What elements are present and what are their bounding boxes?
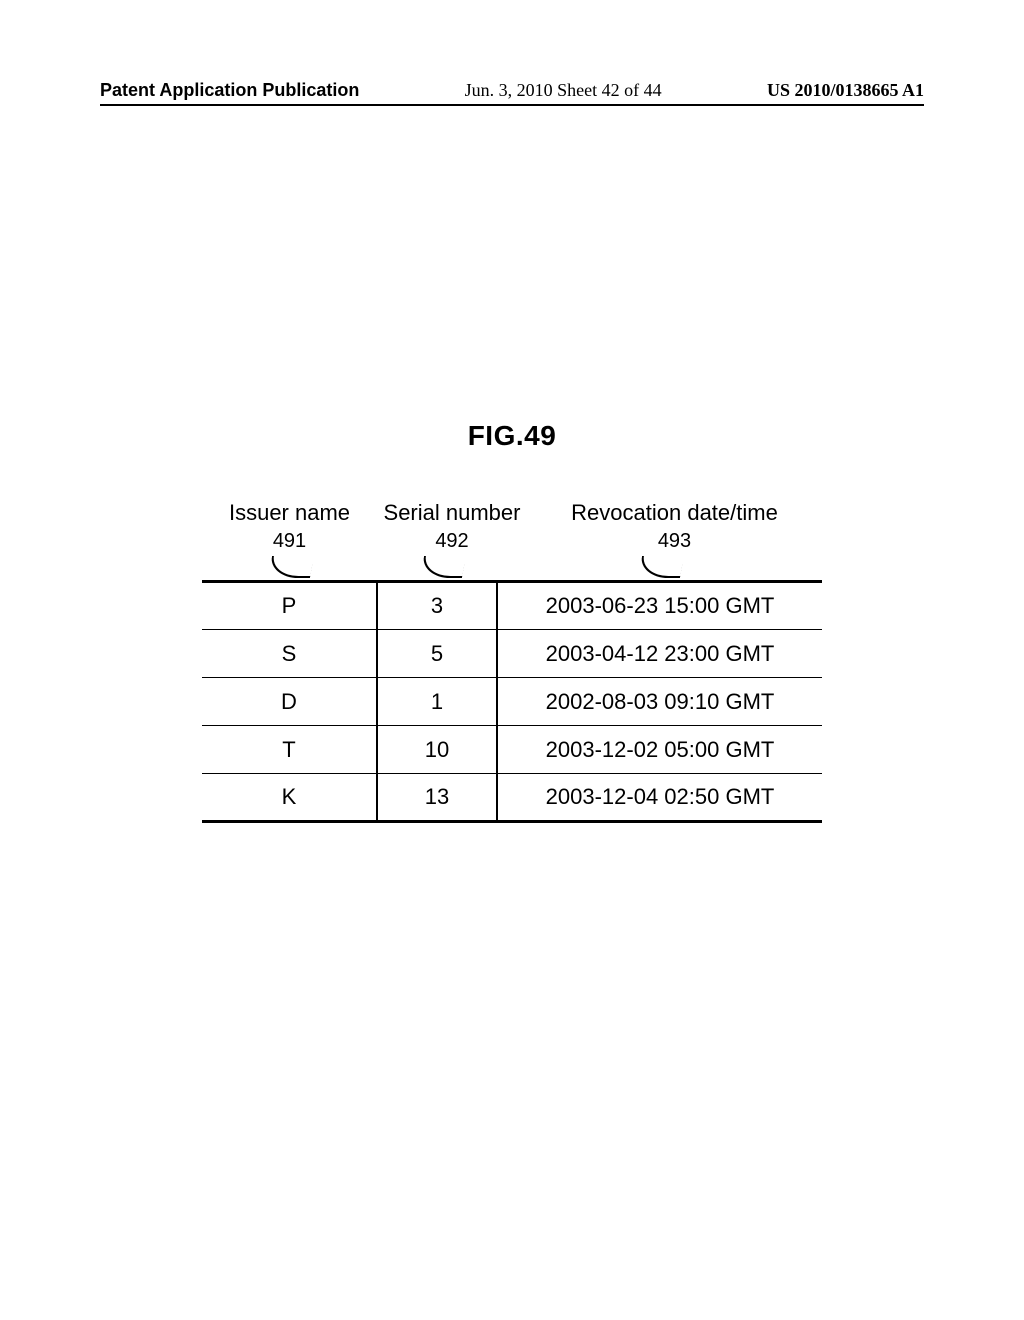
cell-serial: 13 [377,774,497,822]
cell-serial: 10 [377,726,497,774]
cell-revocation: 2003-06-23 15:00 GMT [497,582,822,630]
page-header: Patent Application Publication Jun. 3, 2… [100,80,924,101]
header-serial: Serial number [377,500,527,526]
cell-serial: 3 [377,582,497,630]
header-revocation: Revocation date/time [527,500,822,526]
cell-issuer: T [202,726,377,774]
cell-revocation: 2003-04-12 23:00 GMT [497,630,822,678]
cell-issuer: K [202,774,377,822]
sheet-info: Jun. 3, 2010 Sheet 42 of 44 [465,80,662,101]
cell-issuer: D [202,678,377,726]
ref-revocation: 493 [658,530,691,553]
cell-serial: 5 [377,630,497,678]
cell-revocation: 2003-12-02 05:00 GMT [497,726,822,774]
revocation-table: P32003-06-23 15:00 GMTS52003-04-12 23:00… [202,580,822,823]
cell-revocation: 2003-12-04 02:50 GMT [497,774,822,822]
cell-revocation: 2002-08-03 09:10 GMT [497,678,822,726]
leader-line-icon [638,556,684,578]
header-issuer: Issuer name [202,500,377,526]
figure-49: FIG.49 Issuer name Serial number Revocat… [202,420,822,823]
table-row: S52003-04-12 23:00 GMT [202,630,822,678]
table-row: T102003-12-02 05:00 GMT [202,726,822,774]
publication-type: Patent Application Publication [100,80,359,101]
cell-issuer: P [202,582,377,630]
cell-serial: 1 [377,678,497,726]
reference-numerals: 491 492 493 [202,530,822,580]
ref-serial: 492 [435,530,468,553]
figure-title: FIG.49 [202,420,822,452]
table-row: P32003-06-23 15:00 GMT [202,582,822,630]
table-row: K132003-12-04 02:50 GMT [202,774,822,822]
column-headers: Issuer name Serial number Revocation dat… [202,500,822,526]
cell-issuer: S [202,630,377,678]
publication-id: US 2010/0138665 A1 [767,80,924,101]
ref-issuer: 491 [273,530,306,553]
leader-line-icon [420,556,466,578]
header-divider [100,104,924,106]
leader-line-icon [268,556,314,578]
table-row: D12002-08-03 09:10 GMT [202,678,822,726]
